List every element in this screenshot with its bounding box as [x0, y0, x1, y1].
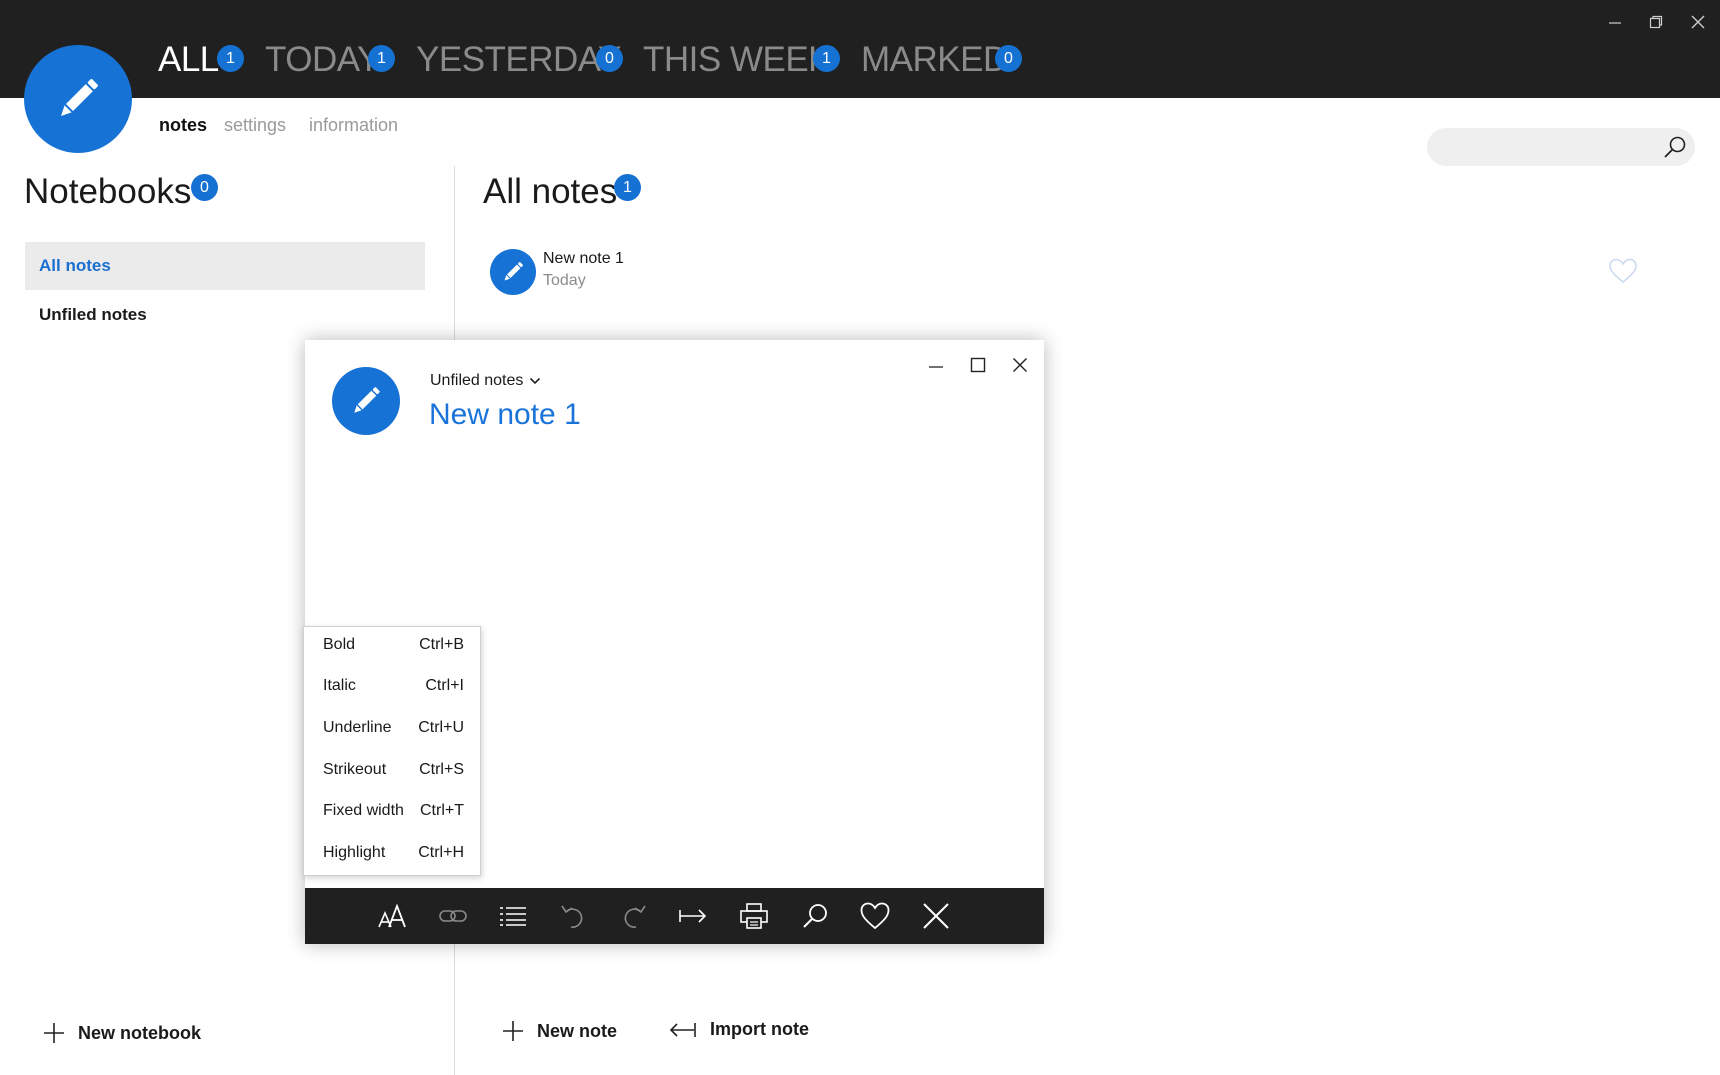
- close-icon: [1691, 15, 1705, 29]
- tab-this-week-count-badge: 1: [813, 45, 840, 72]
- indent-icon: [679, 909, 707, 923]
- delete-icon: [923, 903, 949, 929]
- menu-item-fixed-width[interactable]: Fixed width Ctrl+T: [304, 793, 482, 831]
- menu-item-strikeout[interactable]: Strikeout Ctrl+S: [304, 752, 482, 790]
- new-notebook-label: New notebook: [78, 1022, 202, 1043]
- minimize-icon: [929, 366, 943, 368]
- notebooks-count-badge: 0: [191, 174, 218, 201]
- menu-item-label: Italic: [323, 677, 356, 694]
- undo-icon: [561, 905, 583, 928]
- menu-item-label: Underline: [323, 719, 392, 736]
- chevron-down-icon: [530, 377, 541, 385]
- notes-title: All notes: [483, 172, 618, 211]
- search-button[interactable]: [1662, 134, 1688, 160]
- notebook-item-all-notes[interactable]: All notes: [25, 242, 425, 290]
- new-notebook-button[interactable]: New notebook: [42, 1021, 201, 1045]
- note-avatar[interactable]: [490, 249, 536, 295]
- menu-item-label: Strikeout: [323, 761, 387, 778]
- new-note-button[interactable]: New note: [501, 1019, 617, 1043]
- font-size-button[interactable]: [372, 898, 412, 934]
- notes-count-badge: 1: [614, 174, 641, 201]
- heart-outline-icon: [1609, 258, 1637, 283]
- subnav-settings[interactable]: settings: [224, 115, 286, 136]
- notebook-selector-label: Unfiled notes: [430, 372, 524, 389]
- tab-marked-count-badge: 0: [995, 45, 1022, 72]
- link-button[interactable]: [433, 898, 473, 934]
- app-logo: [24, 45, 132, 153]
- delete-note-button[interactable]: [916, 898, 956, 934]
- import-note-button[interactable]: Import note: [668, 1019, 809, 1040]
- restore-icon: [1649, 15, 1663, 29]
- menu-item-label: Highlight: [323, 844, 386, 861]
- link-icon: [439, 910, 467, 922]
- list-icon: [500, 907, 526, 926]
- restore-button[interactable]: [1636, 8, 1676, 36]
- find-button[interactable]: [795, 898, 835, 934]
- maximize-icon: [970, 357, 986, 373]
- menu-item-bold[interactable]: Bold Ctrl+B: [304, 627, 482, 665]
- search-icon: [1664, 136, 1686, 158]
- import-arrow-icon: [669, 1022, 696, 1037]
- subnav-notes[interactable]: notes: [159, 115, 207, 136]
- import-note-label: Import note: [710, 1019, 809, 1039]
- menu-item-shortcut: Ctrl+H: [418, 844, 464, 861]
- editor-toolbar: [305, 888, 1044, 944]
- pencil-icon: [354, 387, 380, 413]
- plus-icon: [44, 1023, 64, 1043]
- redo-icon: [624, 905, 646, 928]
- note-item-date: Today: [543, 272, 586, 289]
- pencil-icon: [61, 79, 98, 116]
- minimize-icon: [1609, 22, 1621, 24]
- notebook-selector[interactable]: Unfiled notes: [430, 372, 541, 390]
- note-favorite-button[interactable]: [1609, 258, 1637, 284]
- pencil-icon: [504, 262, 523, 281]
- print-icon: [740, 903, 768, 929]
- tab-this-week[interactable]: THIS WEEK: [643, 40, 832, 80]
- note-item-title[interactable]: New note 1: [543, 250, 624, 268]
- list-button[interactable]: [493, 898, 533, 934]
- search-input[interactable]: [1427, 128, 1695, 166]
- top-bar: ALL 1 TODAY 1 YESTERDAY 0 THIS WEEK 1 MA…: [0, 0, 1720, 98]
- menu-item-label: Fixed width: [323, 802, 404, 819]
- editor-minimize-button[interactable]: [919, 350, 953, 380]
- tab-yesterday-count-badge: 0: [596, 45, 623, 72]
- minimize-button[interactable]: [1595, 8, 1635, 36]
- notebook-item-unfiled-notes[interactable]: Unfiled notes: [25, 291, 425, 339]
- menu-item-italic[interactable]: Italic Ctrl+I: [304, 668, 482, 706]
- subnav-information[interactable]: information: [309, 115, 398, 136]
- tab-all-count-badge: 1: [217, 45, 244, 72]
- plus-icon: [503, 1021, 523, 1041]
- tab-marked[interactable]: MARKED: [861, 40, 1008, 80]
- undo-button[interactable]: [553, 898, 593, 934]
- heart-icon: [860, 902, 890, 930]
- tab-today[interactable]: TODAY: [265, 40, 380, 80]
- app-window: ALL 1 TODAY 1 YESTERDAY 0 THIS WEEK 1 MA…: [0, 0, 1720, 1075]
- tab-all[interactable]: ALL: [158, 40, 219, 80]
- notebooks-title: Notebooks: [24, 172, 192, 211]
- menu-item-highlight[interactable]: Highlight Ctrl+H: [304, 835, 482, 873]
- editor-maximize-button[interactable]: [961, 350, 995, 380]
- format-context-menu: Bold Ctrl+B Italic Ctrl+I Underline Ctrl…: [303, 626, 481, 876]
- font-size-icon: [378, 903, 406, 928]
- note-title-input[interactable]: [429, 398, 879, 432]
- close-window-button[interactable]: [1678, 8, 1718, 36]
- tab-yesterday[interactable]: YESTERDAY: [416, 40, 621, 80]
- editor-avatar: [332, 367, 400, 435]
- print-button[interactable]: [734, 898, 774, 934]
- tab-today-count-badge: 1: [368, 45, 395, 72]
- menu-item-shortcut: Ctrl+S: [419, 761, 464, 778]
- search-icon: [803, 904, 827, 928]
- menu-item-shortcut: Ctrl+B: [419, 636, 464, 653]
- indent-button[interactable]: [673, 898, 713, 934]
- menu-item-label: Bold: [323, 636, 356, 653]
- editor-close-button[interactable]: [1003, 350, 1037, 380]
- menu-item-underline[interactable]: Underline Ctrl+U: [304, 710, 482, 748]
- new-note-label: New note: [537, 1020, 618, 1041]
- menu-item-shortcut: Ctrl+U: [418, 719, 464, 736]
- close-icon: [1013, 358, 1027, 372]
- favorite-button[interactable]: [855, 898, 895, 934]
- redo-button[interactable]: [614, 898, 654, 934]
- menu-item-shortcut: Ctrl+T: [420, 802, 464, 819]
- menu-item-shortcut: Ctrl+I: [425, 677, 464, 694]
